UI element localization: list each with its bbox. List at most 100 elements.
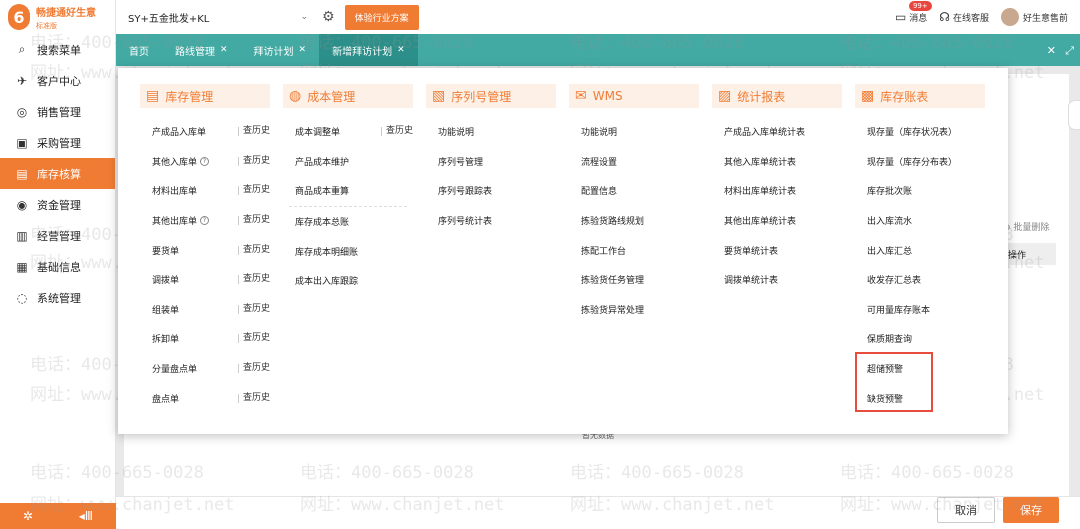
- menu-item[interactable]: 要货单 查历史: [140, 235, 270, 265]
- menu-item[interactable]: 拣配工作台: [569, 235, 699, 265]
- menu-item[interactable]: 序列号跟踪表: [426, 176, 556, 206]
- sidebar-item-8[interactable]: ◌ 系统管理: [0, 282, 115, 313]
- menu-item[interactable]: 拆卸单 查历史: [140, 324, 270, 354]
- menu-item-label: 分量盘点单: [152, 365, 198, 376]
- history-link[interactable]: 查历史: [237, 186, 270, 196]
- history-link[interactable]: 查历史: [237, 275, 270, 285]
- menu-item[interactable]: 其他入库单? 查历史: [140, 147, 270, 177]
- menu-item[interactable]: 要货单统计表: [712, 235, 842, 265]
- menu-item[interactable]: 序列号统计表: [426, 206, 556, 236]
- tab-0[interactable]: 首页: [116, 34, 162, 66]
- close-icon[interactable]: ✕: [1047, 44, 1056, 57]
- menu-item[interactable]: 盘点单 查历史: [140, 383, 270, 413]
- history-link[interactable]: 查历史: [237, 245, 270, 255]
- menu-item[interactable]: 拣验货任务管理: [569, 265, 699, 295]
- history-link[interactable]: 查历史: [237, 127, 270, 137]
- menu-item[interactable]: 商品成本重算: [283, 176, 413, 206]
- menu-item[interactable]: 分量盘点单 查历史: [140, 354, 270, 384]
- tab-1[interactable]: 路线管理 ✕: [162, 34, 241, 66]
- sidebar-item-7[interactable]: ▦ 基础信息: [0, 251, 115, 282]
- history-link[interactable]: 查历史: [237, 393, 270, 403]
- menu-column-title: 统计报表: [737, 89, 786, 104]
- tab-close-icon[interactable]: ✕: [397, 45, 405, 55]
- menu-column-title: 库存账表: [880, 89, 929, 104]
- menu-item[interactable]: 产成品入库单 查历史: [140, 117, 270, 147]
- collapse-icon[interactable]: ◂Ⅲ: [79, 509, 93, 523]
- menu-item[interactable]: 成本出入库跟踪: [283, 266, 413, 296]
- tab-3[interactable]: 新增拜访计划 ✕: [319, 34, 418, 66]
- sidebar-item-0[interactable]: ⌕ 搜索菜单: [0, 34, 115, 65]
- user-menu[interactable]: 好生意售前: [1000, 8, 1068, 26]
- menu-item[interactable]: 库存成本总账: [283, 207, 413, 237]
- sidebar-item-4[interactable]: ▤ 库存核算: [0, 158, 115, 189]
- cancel-button[interactable]: 取消: [937, 497, 995, 523]
- history-link[interactable]: 查历史: [237, 304, 270, 314]
- menu-item[interactable]: 拣验货路线规划: [569, 206, 699, 236]
- batch-delete-button[interactable]: ⊖ 批量删除: [1003, 220, 1049, 233]
- menu-item[interactable]: 功能说明: [426, 117, 556, 147]
- expand-icon[interactable]: ⤢: [1065, 44, 1074, 58]
- menu-item[interactable]: 配置信息: [569, 176, 699, 206]
- menu-item[interactable]: 材料出库单统计表: [712, 176, 842, 206]
- menu-item[interactable]: 调拨单统计表: [712, 265, 842, 295]
- sidebar-item-3[interactable]: ▣ 采购管理: [0, 127, 115, 158]
- tab-close-icon[interactable]: ✕: [220, 45, 228, 55]
- menu-item[interactable]: 材料出库单 查历史: [140, 176, 270, 206]
- sidebar-item-1[interactable]: ✈ 客户中心: [0, 65, 115, 96]
- help-icon[interactable]: ?: [200, 156, 210, 166]
- sidebar-item-6[interactable]: ▥ 经营管理: [0, 220, 115, 251]
- sidebar-item-label: 经营管理: [37, 229, 81, 243]
- menu-item[interactable]: 产品成本维护: [283, 147, 413, 177]
- menu-item-label: 保质期查询: [867, 335, 913, 346]
- side-float-handle[interactable]: [1068, 100, 1080, 130]
- service-label: 在线客服: [952, 13, 989, 24]
- menu-item[interactable]: 现存量（库存分布表）: [855, 147, 985, 177]
- history-link[interactable]: 查历史: [237, 156, 270, 166]
- menu-column-title: 库存管理: [165, 89, 214, 104]
- history-link[interactable]: 查历史: [237, 216, 270, 226]
- menu-item[interactable]: 流程设置: [569, 147, 699, 177]
- menu-item[interactable]: 组装单 查历史: [140, 295, 270, 325]
- online-service-button[interactable]: ☊ 在线客服: [939, 10, 989, 24]
- settings-icon[interactable]: ✲: [23, 509, 33, 523]
- sidebar-item-2[interactable]: ◎ 销售管理: [0, 96, 115, 127]
- trial-industry-button[interactable]: 体验行业方案: [344, 4, 419, 30]
- menu-item[interactable]: 库存批次账: [855, 176, 985, 206]
- menu-item-label: 成本出入库跟踪: [295, 277, 359, 288]
- company-selector[interactable]: SY+五金批发+KL ⌄: [128, 10, 308, 25]
- menu-item[interactable]: 产成品入库单统计表: [712, 117, 842, 147]
- menu-item[interactable]: 拣验货异常处理: [569, 295, 699, 325]
- menu-item[interactable]: 其他出库单统计表: [712, 206, 842, 236]
- history-link[interactable]: 查历史: [380, 127, 413, 137]
- gear-icon[interactable]: ⚙: [322, 9, 335, 25]
- logo[interactable]: 6 畅捷通好生意 标准版: [0, 0, 115, 34]
- report-icon: ▨: [718, 88, 732, 104]
- menu-item-label: 功能说明: [438, 128, 475, 139]
- sidebar-item-label: 基础信息: [37, 260, 81, 274]
- tab-close-icon[interactable]: ✕: [299, 45, 307, 55]
- sidebar-item-5[interactable]: ◉ 资金管理: [0, 189, 115, 220]
- tab-2[interactable]: 拜访计划 ✕: [241, 34, 320, 66]
- menu-item[interactable]: 序列号管理: [426, 147, 556, 177]
- menu-item[interactable]: 成本调整单 查历史: [283, 117, 413, 147]
- menu-item[interactable]: 可用量库存账本: [855, 295, 985, 325]
- menu-item[interactable]: 功能说明: [569, 117, 699, 147]
- messages-button[interactable]: ▭ 99+ 消息: [895, 1, 932, 24]
- save-button[interactable]: 保存: [1003, 497, 1059, 523]
- menu-item[interactable]: 其他出库单? 查历史: [140, 206, 270, 236]
- menu-item-label: 其他入库单: [152, 157, 198, 168]
- menu-column-title: 成本管理: [307, 89, 356, 104]
- menu-item[interactable]: 调拨单 查历史: [140, 265, 270, 295]
- menu-item[interactable]: 其他入库单统计表: [712, 147, 842, 177]
- menu-item[interactable]: 出入库流水: [855, 206, 985, 236]
- ledger-icon: ▩: [861, 88, 875, 104]
- menu-item[interactable]: 现存量（库存状况表）: [855, 117, 985, 147]
- menu-item[interactable]: 出入库汇总: [855, 235, 985, 265]
- menu-item[interactable]: 收发存汇总表: [855, 265, 985, 295]
- menu-item-label: 现存量（库存状况表）: [867, 128, 958, 139]
- menu-item[interactable]: 库存成本明细账: [283, 236, 413, 266]
- history-link[interactable]: 查历史: [237, 364, 270, 374]
- help-icon[interactable]: ?: [200, 216, 210, 226]
- history-link[interactable]: 查历史: [237, 334, 270, 344]
- menu-item[interactable]: 保质期查询: [855, 324, 985, 354]
